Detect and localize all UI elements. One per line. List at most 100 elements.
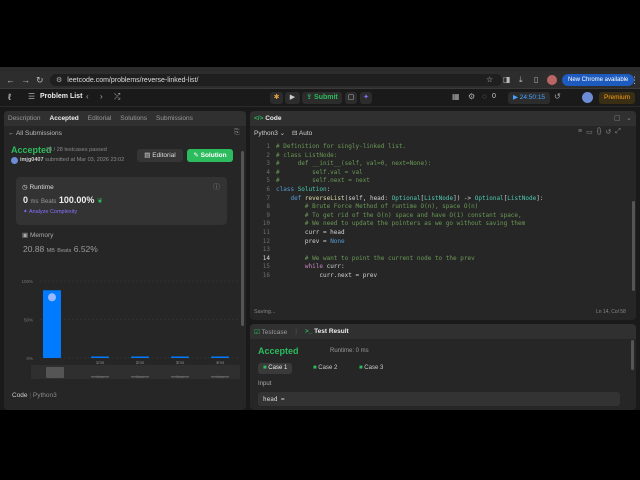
next-problem-icon[interactable]: › xyxy=(100,92,103,101)
line-number: 11 xyxy=(262,229,270,236)
code-scrollbar[interactable] xyxy=(632,201,635,291)
notes-button[interactable]: ▢ xyxy=(345,92,357,104)
leetcode-logo-icon[interactable]: ℓ xyxy=(8,92,11,102)
layout-icon[interactable]: ▦ xyxy=(452,92,460,101)
memory-stats: 20.88 MB Beats 6.52% xyxy=(23,244,98,254)
more-options-icon[interactable]: ⌄ xyxy=(626,114,632,122)
ai-button[interactable]: ✦ xyxy=(360,92,372,104)
code-line[interactable]: 3 # def __init__(self, val=0, next=None): xyxy=(250,160,630,169)
memory-beats-label: Beats xyxy=(57,248,72,254)
premium-button[interactable]: Premium xyxy=(599,92,635,104)
bookmark-icon[interactable]: ▭ xyxy=(586,128,593,136)
url-bar[interactable]: ⚙ leetcode.com/problems/reverse-linked-l… xyxy=(50,74,502,86)
run-button[interactable]: ▶ xyxy=(285,92,300,104)
navigator-tick-label: 3ms xyxy=(176,374,184,379)
result-tabbar: ☑ Testcase | >_ Test Result xyxy=(250,324,636,339)
tab-solutions[interactable]: Solutions xyxy=(120,115,147,122)
left-scrollbar[interactable] xyxy=(241,151,244,326)
tab-accepted[interactable]: Accepted xyxy=(50,115,79,122)
info-icon[interactable]: ⓘ xyxy=(213,182,220,192)
tab-editorial[interactable]: Editorial xyxy=(88,115,111,122)
editor-actions: ≡ ▭ {} ↺ ⤢ xyxy=(578,128,621,136)
code-line[interactable]: 5 # self.next = next xyxy=(250,177,630,186)
sidebar-icon[interactable]: ▯ xyxy=(534,75,538,84)
analyze-complexity-link[interactable]: ✦ Analyze Complexity xyxy=(23,209,77,215)
share-icon[interactable]: ⎘ xyxy=(234,129,240,137)
code-line[interactable]: 9 # To get rid of the O(n) space and hav… xyxy=(250,212,630,221)
fullscreen-icon[interactable]: ⤢ xyxy=(615,128,621,136)
runtime-unit: ms xyxy=(30,199,39,205)
input-value[interactable]: head = xyxy=(258,392,620,406)
menu-icon[interactable]: ⋮ xyxy=(630,75,639,86)
reset-icon[interactable]: ↺ xyxy=(605,128,611,136)
username[interactable]: imjg0407 xyxy=(20,157,44,163)
code-line[interactable]: 14 # We want to point the current node t… xyxy=(250,255,630,264)
language-selector[interactable]: Python3 ⌄ xyxy=(254,129,285,137)
case-3-label: Case 3 xyxy=(364,365,384,371)
result-scrollbar[interactable] xyxy=(631,340,634,370)
code-editor[interactable]: 1 # Definition for singly-linked list. 2 # … xyxy=(250,143,636,293)
code-line[interactable]: 1 # Definition for singly-linked list. xyxy=(250,143,630,152)
tab-code[interactable]: </> Code xyxy=(254,115,281,122)
editorial-button[interactable]: ▤ Editorial xyxy=(137,149,183,162)
all-submissions-link[interactable]: ← All Submissions xyxy=(8,130,62,137)
format-icon[interactable]: ≡ xyxy=(578,128,582,136)
code-line[interactable]: 16 curr.next = prev xyxy=(250,272,630,281)
new-chrome-button[interactable]: New Chrome available xyxy=(562,74,635,86)
code-label: Code xyxy=(12,392,28,399)
submission-meta: imjg0407 submitted at Mar 03, 2026 23:02 xyxy=(20,157,124,163)
tab-submissions[interactable]: Submissions xyxy=(156,115,193,122)
download-icon[interactable]: ⤓ xyxy=(519,75,523,85)
chart-bar xyxy=(171,356,189,358)
code-panel: </> Code ▢ ⌄ Python3 ⌄ ⊟ Auto ≡ ▭ {} ↺ ⤢ 1 # … xyxy=(250,111,636,320)
maximize-icon[interactable]: ▢ xyxy=(614,114,621,122)
code-line[interactable]: 10 # We need to update the pointers as w… xyxy=(250,220,630,229)
code-line[interactable]: 12 prev = None xyxy=(250,238,630,247)
bookmark-star-icon[interactable]: ☆ xyxy=(486,75,493,84)
site-info-icon[interactable]: ⚙ xyxy=(56,76,62,84)
code-tabbar: </> Code xyxy=(250,111,636,126)
runtime-distribution-chart[interactable]: 100% 50% 0% 1ms 2ms 3ms 4ms 1ms 2ms 3ms 4ms xyxy=(4,269,246,381)
auto-mode-toggle[interactable]: ⊟ Auto xyxy=(292,129,312,137)
user-avatar[interactable] xyxy=(582,92,593,103)
back-icon[interactable]: ← xyxy=(6,75,15,85)
code-line[interactable]: 6 class Solution: xyxy=(250,186,630,195)
line-number: 14 xyxy=(262,254,270,262)
profile-avatar[interactable] xyxy=(547,75,557,85)
runtime-card[interactable]: ◷ Runtime ⓘ 0 ms Beats 100.00% ❦ ✦ Analy… xyxy=(16,177,227,225)
forward-icon[interactable]: → xyxy=(21,75,30,85)
line-number: 10 xyxy=(262,220,270,228)
code-line[interactable]: 2 # class ListNode: xyxy=(250,152,630,161)
case-1-label: Case 1 xyxy=(268,365,288,371)
case-1-tab[interactable]: ■ Case 1 xyxy=(258,363,293,374)
shuffle-icon[interactable]: ⤮ xyxy=(114,92,120,102)
tab-description[interactable]: Description xyxy=(8,115,41,122)
memory-header[interactable]: ▣ Memory xyxy=(22,231,53,239)
line-number: 5 xyxy=(266,177,270,185)
line-number: 15 xyxy=(262,263,270,271)
prev-problem-icon[interactable]: ‹ xyxy=(86,92,89,101)
result-status: Accepted xyxy=(258,346,299,356)
reset-timer-icon[interactable]: ↺ xyxy=(554,92,561,101)
timer[interactable]: ▶ 24:50:15 xyxy=(508,92,550,104)
tab-test-result[interactable]: >_ Test Result xyxy=(305,328,349,335)
extensions-icon[interactable]: ◨ xyxy=(503,75,511,84)
reload-icon[interactable]: ↻ xyxy=(36,75,44,86)
debug-button[interactable]: ✱ xyxy=(270,92,283,104)
problem-list-link[interactable]: Problem List xyxy=(40,93,82,100)
code-line[interactable]: 15 while curr: xyxy=(250,263,630,272)
line-number: 3 xyxy=(266,160,270,168)
code-line[interactable]: 4 # self.val = val xyxy=(250,169,630,178)
code-line[interactable]: 7 def reverseList(self, head: Optional[L… xyxy=(250,195,630,204)
code-line[interactable]: 8 # Brute Force Method of runtime O(n), … xyxy=(250,203,630,212)
solution-button[interactable]: ✎ Solution xyxy=(187,149,233,162)
tab-testcase[interactable]: ☑ Testcase xyxy=(254,328,287,336)
braces-icon[interactable]: {} xyxy=(597,128,602,136)
case-3-tab[interactable]: ■ Case 3 xyxy=(354,363,388,374)
settings-icon[interactable]: ⚙ xyxy=(468,92,475,101)
code-line[interactable]: 13 xyxy=(250,246,630,255)
code-text: # class ListNode: xyxy=(276,151,338,159)
case-2-tab[interactable]: ■ Case 2 xyxy=(308,363,342,374)
code-line[interactable]: 11 curr = head xyxy=(250,229,630,238)
submit-button[interactable]: ⇪ Submit xyxy=(302,92,342,104)
